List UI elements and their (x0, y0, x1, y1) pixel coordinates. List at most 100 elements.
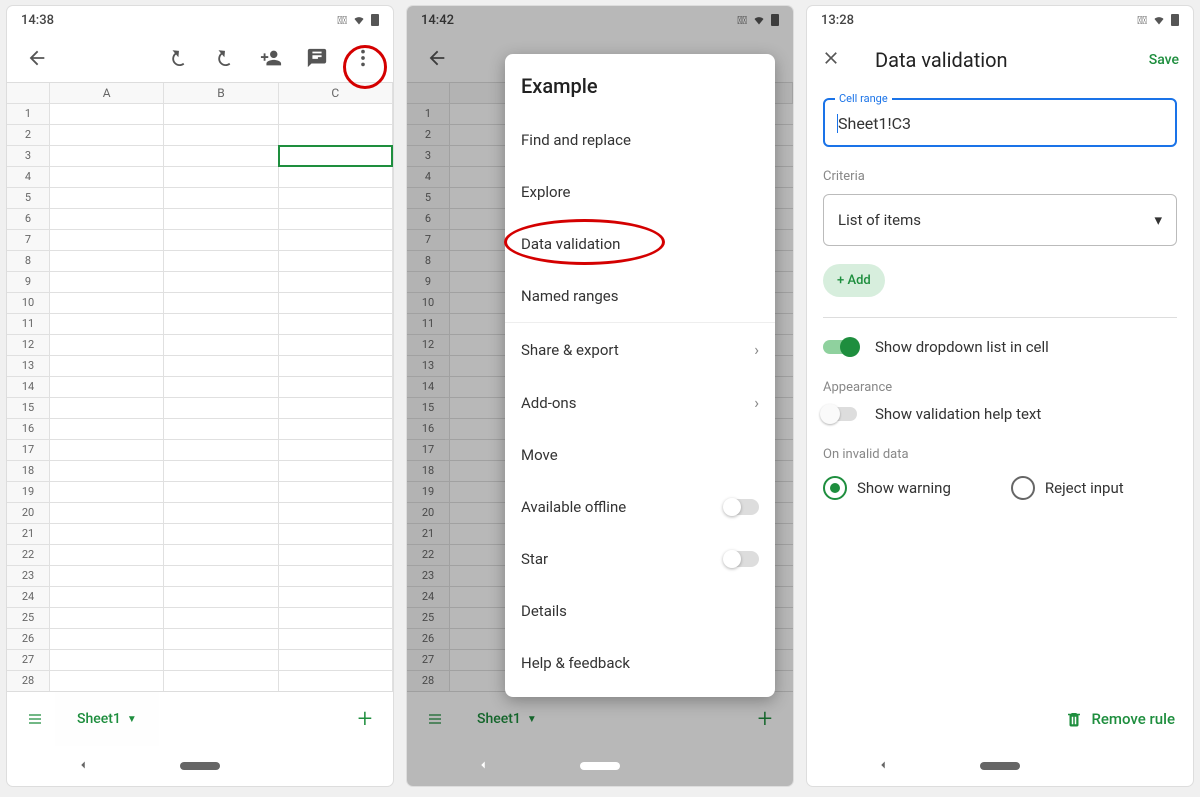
nav-home-pill[interactable] (180, 762, 220, 770)
toggle-label: Show validation help text (875, 405, 1041, 423)
nav-bar (807, 746, 1193, 786)
toolbar (7, 34, 393, 82)
vibrate-icon: ▢⃓ (337, 14, 347, 27)
radio-icon (823, 476, 847, 500)
nav-bar (407, 746, 793, 786)
menu-item-label: Named ranges (521, 287, 619, 305)
radio-label: Show warning (857, 479, 951, 497)
back-button[interactable] (17, 38, 57, 78)
toggle-icon (823, 407, 857, 421)
panel-data-validation: 13:28 ▢⃓ Data validation Save Cell range… (807, 6, 1193, 786)
radio-reject-input[interactable]: Reject input (1011, 476, 1124, 500)
radio-show-warning[interactable]: Show warning (823, 476, 951, 500)
menu-item-label: Star (521, 550, 548, 568)
radio-label: Reject input (1045, 479, 1124, 497)
toggle-icon (725, 551, 759, 567)
field-label: Cell range (835, 92, 892, 105)
highlight-data-validation (504, 219, 665, 265)
status-bar: 13:28 ▢⃓ (807, 6, 1193, 34)
menu-title: Example (505, 62, 775, 114)
battery-icon (371, 14, 379, 26)
data-validation-header: Data validation Save (807, 34, 1193, 86)
menu-item[interactable]: Share & export › (505, 322, 775, 376)
menu-item-label: Share & export (521, 341, 619, 359)
redo-button[interactable] (205, 38, 245, 78)
wifi-icon (1153, 14, 1165, 26)
status-bar: 14:38 ▢⃓ (7, 6, 393, 34)
comment-button[interactable] (297, 38, 337, 78)
menu-item[interactable]: Star (505, 533, 775, 585)
highlight-circle-more (343, 45, 387, 89)
sheet-tabs: Sheet1 ▼ + (7, 692, 393, 746)
sheet-tabs: Sheet1 ▼ + (407, 692, 793, 746)
add-person-button[interactable] (251, 38, 291, 78)
menu-item-label: Explore (521, 183, 571, 201)
menu-item[interactable]: Explore (505, 166, 775, 218)
wifi-icon (753, 14, 765, 26)
sheet-tab[interactable]: Sheet1 ▼ (55, 692, 159, 746)
nav-back[interactable] (476, 757, 490, 776)
cell-range-value: Sheet1!C3 (837, 114, 911, 133)
data-validation-form: Cell range Sheet1!C3 Criteria List of it… (807, 86, 1193, 696)
status-time: 14:42 (421, 13, 454, 28)
toggle-icon (823, 340, 857, 354)
all-sheets-button[interactable] (15, 711, 55, 727)
menu-item[interactable]: Add-ons› (505, 376, 775, 429)
add-item-button[interactable]: + Add (823, 264, 885, 297)
chevron-down-icon: ▼ (127, 714, 137, 725)
all-sheets-button[interactable] (415, 711, 455, 727)
radio-icon (1011, 476, 1035, 500)
sheet-tab-label: Sheet1 (77, 711, 121, 727)
col-header[interactable]: A (50, 83, 164, 103)
chevron-right-icon: › (754, 393, 759, 412)
nav-home-pill[interactable] (580, 762, 620, 770)
menu-item-label: Move (521, 446, 558, 464)
show-dropdown-toggle[interactable]: Show dropdown list in cell (823, 338, 1177, 356)
back-button[interactable] (417, 38, 457, 78)
invalid-data-label: On invalid data (823, 447, 1177, 462)
menu-item-label: Find and replace (521, 131, 631, 149)
toggle-icon (725, 499, 759, 515)
add-sheet-button[interactable]: + (745, 704, 785, 734)
remove-rule-button[interactable]: Remove rule (1065, 710, 1175, 728)
menu-item[interactable]: Details (505, 585, 775, 637)
menu-item[interactable]: Move (505, 429, 775, 481)
status-time: 13:28 (821, 13, 854, 28)
nav-bar (7, 746, 393, 786)
menu-item-label: Available offline (521, 498, 626, 516)
status-time: 14:38 (21, 13, 54, 28)
criteria-value: List of items (838, 211, 921, 229)
chevron-right-icon: › (754, 340, 759, 359)
cell-range-field[interactable]: Cell range Sheet1!C3 (823, 98, 1177, 147)
menu-item[interactable]: Available offline (505, 481, 775, 533)
criteria-select[interactable]: List of items ▾ (823, 194, 1177, 246)
sheet-tab-label: Sheet1 (477, 711, 521, 727)
save-button[interactable]: Save (1149, 52, 1179, 68)
column-headers: A B C (7, 83, 393, 104)
menu-item[interactable]: Find and replace (505, 114, 775, 166)
chevron-down-icon: ▼ (527, 714, 537, 725)
wifi-icon (353, 14, 365, 26)
appearance-label: Appearance (823, 380, 1177, 395)
menu-item[interactable]: Named ranges (505, 270, 775, 322)
nav-home-pill[interactable] (980, 762, 1020, 770)
battery-icon (1171, 14, 1179, 26)
undo-button[interactable] (159, 38, 199, 78)
menu-item-label: Help & feedback (521, 654, 630, 672)
battery-icon (771, 14, 779, 26)
panel-spreadsheet: 14:38 ▢⃓ A B C 1234567891011121314151617… (7, 6, 393, 786)
menu-item[interactable]: Help & feedback (505, 637, 775, 689)
show-help-toggle[interactable]: Show validation help text (823, 405, 1177, 423)
spreadsheet-grid[interactable]: A B C 1234567891011121314151617181920212… (7, 82, 393, 692)
nav-back[interactable] (876, 757, 890, 776)
sheet-tab[interactable]: Sheet1 ▼ (455, 692, 559, 746)
menu-item-label: Details (521, 602, 567, 620)
add-sheet-button[interactable]: + (345, 704, 385, 734)
vibrate-icon: ▢⃓ (737, 14, 747, 27)
col-header[interactable]: B (164, 83, 278, 103)
vibrate-icon: ▢⃓ (1137, 14, 1147, 27)
nav-back[interactable] (76, 757, 90, 776)
trash-icon (1065, 710, 1083, 728)
close-button[interactable] (821, 48, 857, 72)
remove-label: Remove rule (1091, 710, 1175, 728)
